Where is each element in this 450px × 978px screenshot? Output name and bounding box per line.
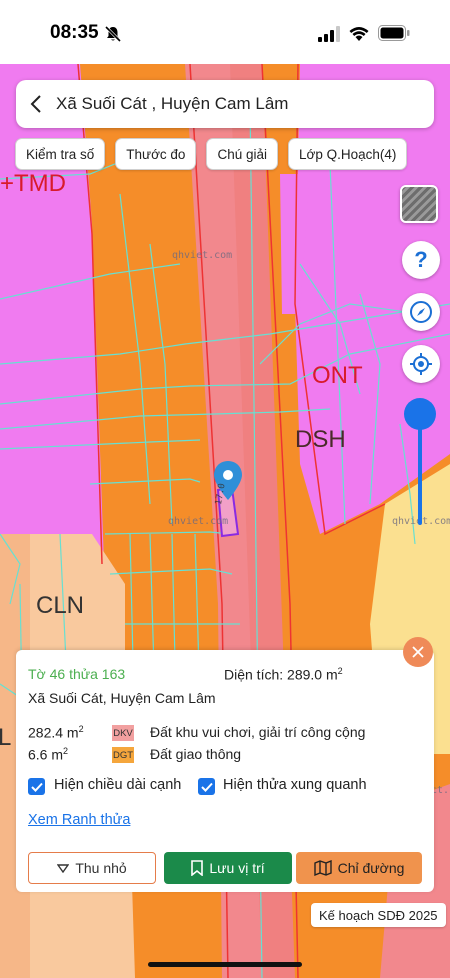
battery-icon <box>378 25 410 41</box>
checkmark-icon <box>30 782 43 792</box>
show-edge-length-checkbox[interactable] <box>28 778 45 795</box>
parcel-area: Diện tích: 289.0 m2 <box>224 666 343 683</box>
help-button[interactable]: ? <box>402 241 440 279</box>
checkmark-icon <box>200 782 213 792</box>
chip-check-number[interactable]: Kiểm tra số <box>15 138 106 170</box>
land-use-name: Đất giao thông <box>150 746 242 762</box>
show-edge-length-label: Hiện chiều dài cạnh <box>54 777 182 793</box>
parcel-address: Xã Suối Cát, Huyện Cam Lâm <box>28 690 216 706</box>
zone-label-cln: CLN <box>36 592 85 619</box>
save-location-button[interactable]: Lưu vị trí <box>164 852 292 884</box>
bookmark-icon <box>191 860 204 876</box>
show-neighbors-label: Hiện thửa xung quanh <box>223 777 367 793</box>
land-use-name: Đất khu vui chơi, giải trí công cộng <box>150 724 366 740</box>
parcel-id: Tờ 46 thửa 163 <box>28 666 126 682</box>
land-code-badge: DKV <box>112 725 134 741</box>
shrink-button[interactable]: Thu nhỏ <box>28 852 156 884</box>
bell-off-icon <box>104 25 122 43</box>
watermark: qhviet.com <box>168 516 229 527</box>
chevron-left-icon <box>30 95 41 113</box>
location-search-bar[interactable]: Xã Suối Cát , Huyện Cam Lâm <box>16 80 434 128</box>
land-use-area: 282.4 m2 <box>28 724 84 741</box>
zone-label-fragment: L <box>0 724 12 751</box>
location-title: Xã Suối Cát , Huyện Cam Lâm <box>56 94 289 113</box>
chip-legend[interactable]: Chú giải <box>206 138 278 170</box>
opacity-slider-knob[interactable] <box>404 398 436 430</box>
watermark: qhviet.com <box>172 250 233 261</box>
close-info-button[interactable] <box>403 637 433 667</box>
tool-chip-row: Kiểm tra số Thước đo Chú giải Lớp Q.Hoạc… <box>15 138 408 170</box>
home-indicator <box>148 962 302 967</box>
back-button[interactable] <box>16 80 56 128</box>
show-neighbors-checkbox[interactable] <box>198 778 215 795</box>
map-icon <box>313 860 332 876</box>
plan-year-badge[interactable]: Kế hoạch SDĐ 2025 <box>311 903 446 927</box>
compass-icon <box>410 301 432 323</box>
view-boundary-link[interactable]: Xem Ranh thửa <box>28 812 130 828</box>
zone-label-dsh: DSH <box>295 426 346 453</box>
land-use-area: 6.6 m2 <box>28 746 69 763</box>
question-icon: ? <box>414 247 428 272</box>
chip-planning-layers[interactable]: Lớp Q.Hoạch(4) <box>287 138 408 170</box>
wifi-icon <box>349 27 369 41</box>
status-time: 08:35 <box>50 22 99 43</box>
zone-label-ont: ONT <box>312 362 363 389</box>
cellular-signal-icon <box>318 26 340 42</box>
my-location-button[interactable] <box>402 345 440 383</box>
chip-measure[interactable]: Thước đo <box>115 138 197 170</box>
parcel-info-card: Tờ 46 thửa 163 Diện tích: 289.0 m2 Xã Su… <box>16 650 434 892</box>
compass-button[interactable] <box>402 293 440 331</box>
triangle-down-icon <box>57 863 70 873</box>
crosshair-icon <box>410 353 432 375</box>
land-code-badge: DGT <box>112 747 134 763</box>
status-bar: 08:35 <box>0 0 450 64</box>
base-layer-toggle[interactable] <box>400 185 438 223</box>
close-icon <box>412 646 424 658</box>
directions-button[interactable]: Chỉ đường <box>296 852 422 884</box>
zone-label-tmd: +TMD <box>0 170 66 197</box>
